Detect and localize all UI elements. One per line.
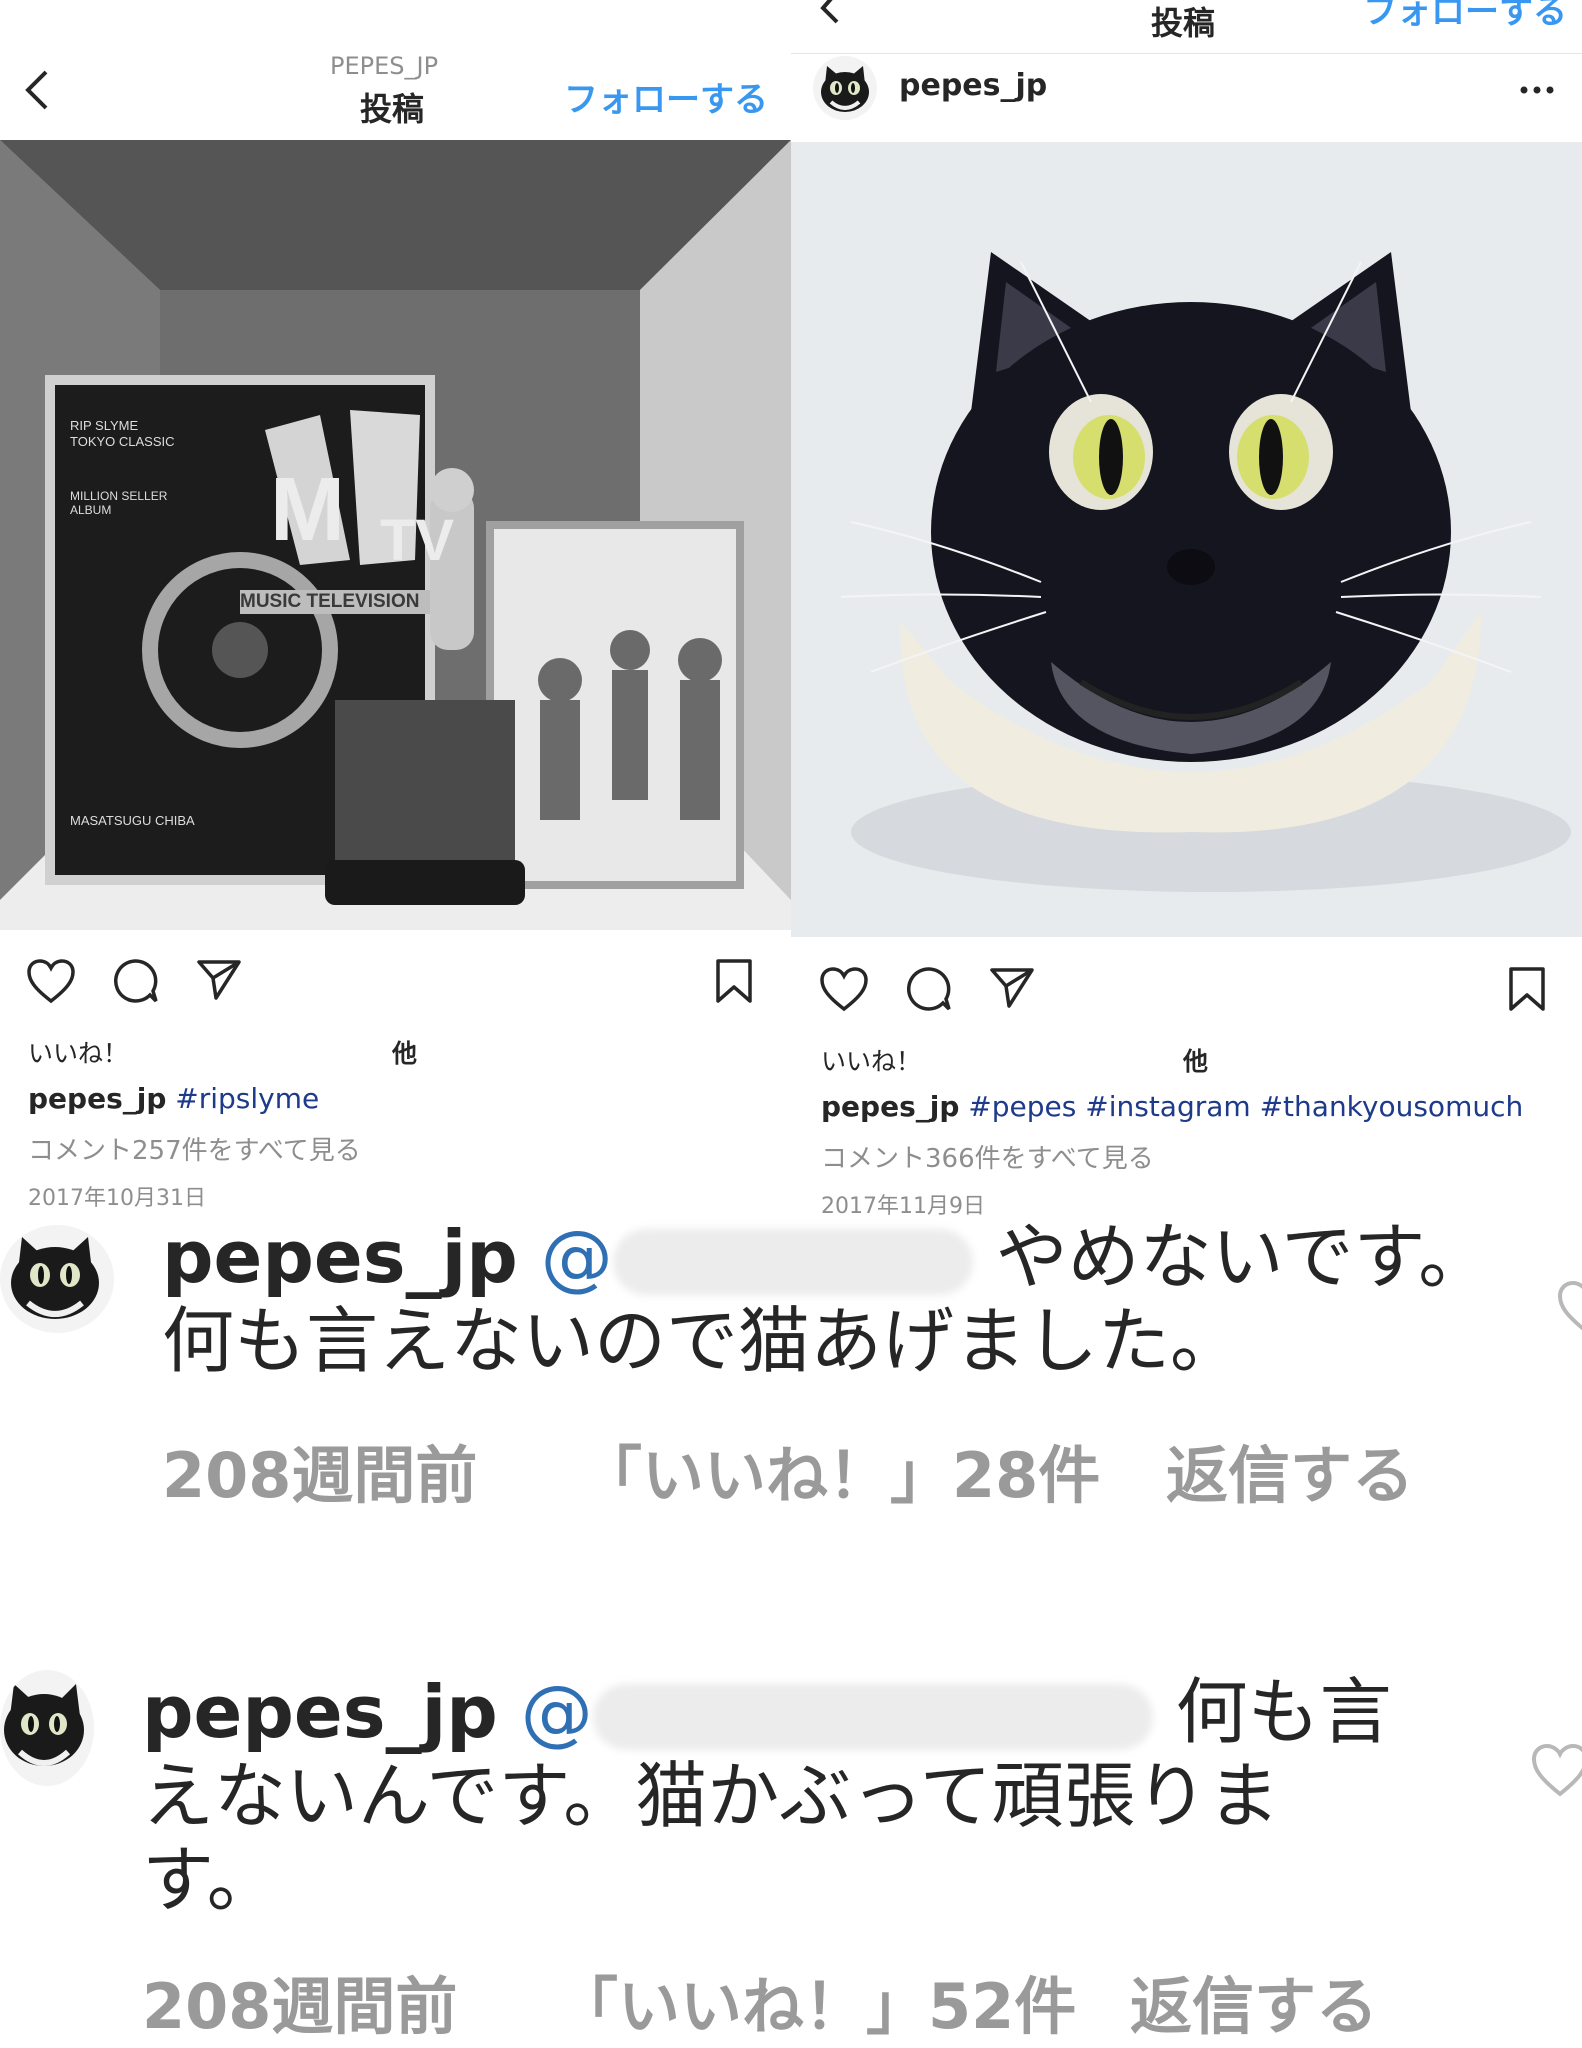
account-upper-label: PEPES_JP xyxy=(330,52,439,80)
caption-user[interactable]: pepes_jp xyxy=(28,1082,166,1115)
comment-likes[interactable]: 「いいね！」28件 xyxy=(580,1425,1100,1515)
caption-user[interactable]: pepes_jp xyxy=(821,1090,959,1123)
reply-button[interactable]: 返信する xyxy=(1130,1956,1378,2046)
comment-icon[interactable] xyxy=(112,957,160,1005)
avatar[interactable] xyxy=(0,1670,94,1786)
share-icon[interactable] xyxy=(989,966,1035,1010)
comment-line1-tail: 何も言 xyxy=(1175,1670,1392,1754)
photo-text-tokyo: TOKYO CLASSIC xyxy=(70,434,175,449)
blurred-username xyxy=(612,1229,973,1296)
reply-button[interactable]: 返信する xyxy=(1166,1425,1414,1515)
avatar[interactable] xyxy=(813,56,877,120)
photo-text-music-tv: MUSIC TELEVISION xyxy=(240,591,419,612)
back-icon[interactable] xyxy=(817,0,843,26)
follow-button[interactable]: フォローする xyxy=(1363,0,1567,33)
bookmark-icon[interactable] xyxy=(1507,966,1547,1012)
photo-text-mtv-tv: TV xyxy=(380,508,454,573)
likes-label[interactable]: いいね！ xyxy=(28,1034,128,1070)
caption-tag[interactable]: #thankyousomuch xyxy=(1260,1090,1524,1123)
photo-text-million: MILLION SELLER xyxy=(70,489,168,503)
comment-time: 208週間前 xyxy=(162,1439,478,1512)
likes-other[interactable]: 他 xyxy=(1183,1042,1208,1078)
share-icon[interactable] xyxy=(196,958,242,1002)
post-date: 2017年10月31日 xyxy=(28,1186,206,1211)
caption-tag[interactable]: #pepes xyxy=(968,1090,1076,1123)
username[interactable]: pepes_jp xyxy=(899,68,1047,103)
comment-2: pepes_jp @ 何も言 えないんです。猫かぶって頑張りま す。 208週間… xyxy=(0,1670,1582,2048)
likes-other[interactable]: 他 xyxy=(392,1034,417,1070)
comment-user[interactable]: pepes_jp xyxy=(142,1670,498,1754)
avatar[interactable] xyxy=(0,1225,114,1333)
comment-body: pepes_jp @ やめないです。 何も言えないので猫あげました。 xyxy=(162,1215,1490,1383)
bookmark-icon[interactable] xyxy=(714,958,754,1004)
header-divider xyxy=(791,53,1582,54)
view-comments-link[interactable]: コメント366件をすべて見る xyxy=(821,1138,1154,1175)
comment-line2: 何も言えないので猫あげました。 xyxy=(162,1299,1243,1383)
comment-mention[interactable]: @ xyxy=(521,1670,593,1754)
heart-icon[interactable] xyxy=(26,958,76,1004)
photo-text-mtv-m: M xyxy=(270,460,345,560)
post-photo-trophy: RIP SLYME TOKYO CLASSIC MILLION SELLER A… xyxy=(0,140,791,930)
comment-mention[interactable]: @ xyxy=(541,1215,613,1299)
photo-text-masatsugu: MASATSUGU CHIBA xyxy=(70,813,195,828)
photo-text-album: ALBUM xyxy=(70,503,111,517)
post-left: PEPES_JP 投稿 フォローする RIP SLYME TOKYO CLASS… xyxy=(0,0,791,1225)
caption-tag[interactable]: #instagram xyxy=(1085,1090,1250,1123)
comment-likes[interactable]: 「いいね！」52件 xyxy=(556,1956,1076,2046)
caption: pepes_jp #pepes #instagram #thankyousomu… xyxy=(821,1090,1523,1123)
comment-user[interactable]: pepes_jp xyxy=(162,1215,518,1299)
post-right: 投稿 フォローする pepes_jp いいね！ 他 pepes_jp #pepe… xyxy=(791,0,1582,1225)
more-icon[interactable] xyxy=(1519,80,1555,94)
comment-1: pepes_jp @ やめないです。 何も言えないので猫あげました。 208週間… xyxy=(0,1215,1582,1625)
comment-body: pepes_jp @ 何も言 えないんです。猫かぶって頑張りま す。 xyxy=(142,1670,1442,1922)
blurred-username xyxy=(592,1684,1153,1751)
follow-button[interactable]: フォローする xyxy=(564,72,768,121)
header-title: 投稿 xyxy=(360,90,425,128)
back-icon[interactable] xyxy=(22,68,52,112)
header-title: 投稿 xyxy=(1151,4,1216,42)
likes-label[interactable]: いいね！ xyxy=(821,1042,921,1078)
comment-line2: えないんです。猫かぶって頑張りま xyxy=(142,1754,1280,1838)
photo-text-rip: RIP SLYME xyxy=(70,418,138,433)
caption-tag[interactable]: #ripslyme xyxy=(175,1082,319,1115)
heart-icon[interactable] xyxy=(1530,1742,1582,1798)
view-comments-link[interactable]: コメント257件をすべて見る xyxy=(28,1130,361,1167)
post-photo-cat xyxy=(791,142,1582,937)
comment-line3: す。 xyxy=(142,1838,279,1922)
comment-time: 208週間前 xyxy=(142,1970,458,2043)
comment-line1-tail: やめないです。 xyxy=(995,1215,1491,1299)
heart-icon[interactable] xyxy=(1556,1279,1582,1335)
heart-icon[interactable] xyxy=(819,966,869,1012)
comment-icon[interactable] xyxy=(905,965,953,1013)
caption: pepes_jp #ripslyme xyxy=(28,1082,319,1115)
